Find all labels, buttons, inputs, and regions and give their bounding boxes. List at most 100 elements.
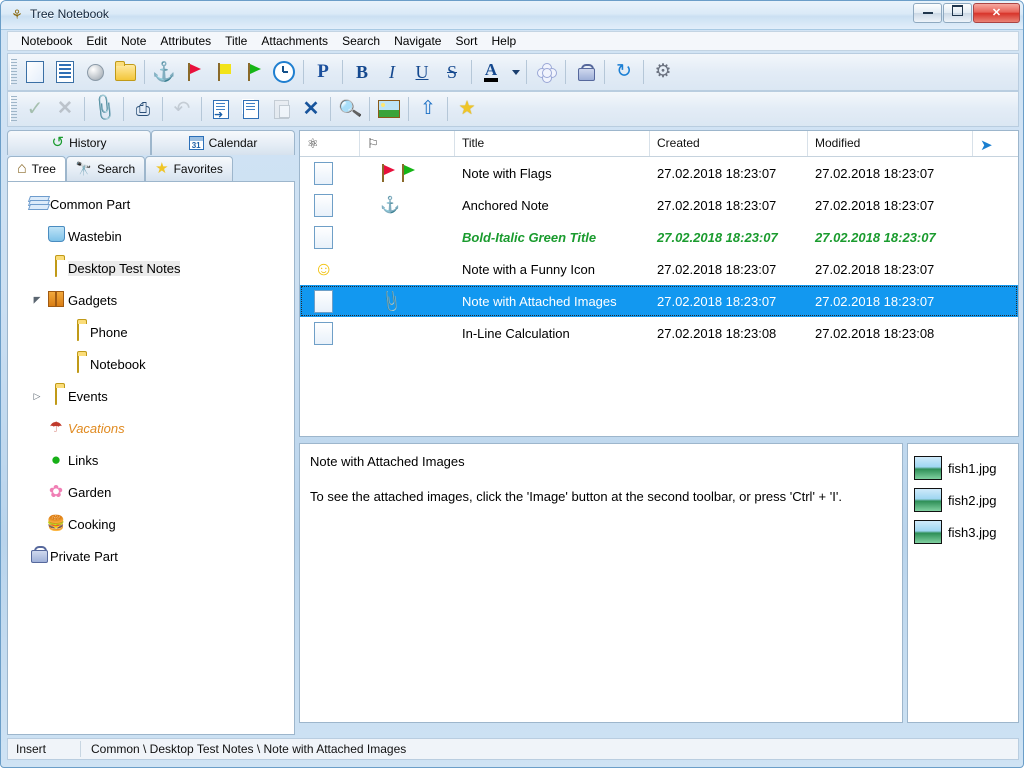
tab-tree[interactable]: ⌂Tree (7, 156, 66, 181)
tab-favorites[interactable]: ★Favorites (145, 156, 233, 181)
tab-calendar[interactable]: 31Calendar (151, 130, 295, 155)
note-row-flags[interactable]: ⚓ (360, 195, 455, 215)
tree-view[interactable]: Common Part Wastebin Desktop Test Notes◢Ga… (7, 181, 295, 735)
tab-history[interactable]: ↺History (7, 130, 151, 155)
find-button[interactable]: 🔍 (335, 95, 365, 123)
column-header-modified[interactable]: Modified (808, 131, 973, 156)
note-editor[interactable]: Note with Attached Images To see the att… (299, 443, 903, 723)
refresh-button[interactable]: ↻ (609, 58, 639, 86)
note-row-flags[interactable]: 📎 (360, 291, 455, 311)
tree-node-desktop-test-notes[interactable]: Desktop Test Notes (26, 252, 294, 284)
maximize-button[interactable] (943, 3, 972, 23)
tree-node-notebook[interactable]: Notebook (48, 348, 294, 380)
new-note-button[interactable] (20, 58, 50, 86)
anchor-button[interactable]: ⚓ (149, 58, 179, 86)
tree-node-links[interactable]: ●Links (26, 444, 294, 476)
move-note-button[interactable]: ➜ (206, 95, 236, 123)
font-color-button[interactable]: A (476, 58, 506, 86)
expand-arrow-icon[interactable]: ▷ (30, 391, 44, 402)
menu-item-note[interactable]: Note (114, 33, 153, 49)
attachment-item[interactable]: fish2.jpg (914, 484, 1018, 516)
attachments-panel[interactable]: fish1.jpgfish2.jpgfish3.jpg (907, 443, 1019, 723)
menu-item-help[interactable]: Help (484, 33, 523, 49)
note-row-flags[interactable] (360, 164, 455, 182)
menu-item-attributes[interactable]: Attributes (153, 33, 218, 49)
note-row-created: 27.02.2018 18:23:08 (650, 326, 808, 341)
menu-item-attachments[interactable]: Attachments (254, 33, 335, 49)
tree-node-private-part[interactable]: Private Part (8, 540, 294, 572)
confirm-button[interactable]: ✓ (20, 95, 50, 123)
menu-item-sort[interactable]: Sort (448, 33, 484, 49)
copy-note-button[interactable] (236, 95, 266, 123)
tree-node-common-part[interactable]: Common Part (8, 188, 294, 220)
toolbar-grip-2[interactable] (10, 96, 17, 122)
settings-button[interactable]: ⚙ (648, 58, 678, 86)
folder-button[interactable] (110, 58, 140, 86)
tab-search[interactable]: 🔭Search (66, 156, 145, 181)
lock-button[interactable] (570, 58, 600, 86)
attachment-item[interactable]: fish1.jpg (914, 452, 1018, 484)
underline-button[interactable]: U (407, 58, 437, 86)
bold-button[interactable]: B (347, 58, 377, 86)
column-header-attachment[interactable]: ➤ (973, 131, 1018, 156)
note-list[interactable]: ⚛ ⚐ Title Created Modified ➤ Note with F… (299, 130, 1019, 437)
close-button[interactable]: ✕ (973, 3, 1020, 23)
attach-file-button[interactable]: 📎 (89, 95, 119, 123)
menu-item-navigate[interactable]: Navigate (387, 33, 448, 49)
move-up-button[interactable]: ⇧ (413, 95, 443, 123)
column-header-title[interactable]: Title (455, 131, 650, 156)
tree-node-events[interactable]: ▷Events (26, 380, 294, 412)
style-flower-button[interactable] (531, 58, 561, 86)
paragraph-button[interactable]: P (308, 58, 338, 86)
note-row-icon[interactable] (300, 322, 360, 345)
clock-button[interactable] (269, 58, 299, 86)
note-row-icon[interactable] (300, 162, 360, 185)
undo-button[interactable]: ↶ (167, 95, 197, 123)
menu-item-edit[interactable]: Edit (79, 33, 114, 49)
tree-node-vacations[interactable]: ☂Vacations (26, 412, 294, 444)
note-row-icon[interactable] (300, 290, 360, 313)
red-flag-button[interactable] (179, 58, 209, 86)
cancel-button[interactable]: ✕ (50, 95, 80, 123)
note-row-icon[interactable] (300, 226, 360, 249)
note-row[interactable]: Note with Flags27.02.2018 18:23:0727.02.… (300, 157, 1018, 189)
image-button[interactable] (374, 95, 404, 123)
stack-icon (26, 196, 50, 212)
tree-node-label: Wastebin (68, 229, 122, 244)
note-row-icon[interactable]: ☺ (300, 260, 360, 279)
collapse-arrow-icon[interactable]: ◢ (30, 295, 44, 306)
note-row[interactable]: Bold-Italic Green Title27.02.2018 18:23:… (300, 221, 1018, 253)
paste-note-button[interactable] (266, 95, 296, 123)
column-header-created[interactable]: Created (650, 131, 808, 156)
tree-node-wastebin[interactable]: Wastebin (26, 220, 294, 252)
favorites-button[interactable]: ★ (452, 95, 482, 123)
yellow-flag-button[interactable] (209, 58, 239, 86)
note-row[interactable]: 📎Note with Attached Images27.02.2018 18:… (300, 285, 1018, 317)
font-color-dropdown[interactable] (506, 58, 522, 86)
tree-node-phone[interactable]: Phone (48, 316, 294, 348)
note-row[interactable]: ☺Note with a Funny Icon27.02.2018 18:23:… (300, 253, 1018, 285)
column-header-flag[interactable]: ⚐ (360, 131, 455, 156)
tree-node-gadgets[interactable]: ◢Gadgets (26, 284, 294, 316)
application-window: ⚘ Tree Notebook ✕ NotebookEditNoteAttrib… (0, 0, 1024, 768)
strikethrough-button[interactable]: S (437, 58, 467, 86)
minimize-button[interactable] (913, 3, 942, 23)
menu-item-search[interactable]: Search (335, 33, 387, 49)
tree-node-garden[interactable]: ✿Garden (26, 476, 294, 508)
toolbar-grip[interactable] (10, 59, 17, 85)
print-button[interactable]: ⎙ (128, 95, 158, 123)
new-note-lines-button[interactable] (50, 58, 80, 86)
delete-note-button[interactable]: ✕ (296, 95, 326, 123)
menu-item-title[interactable]: Title (218, 33, 254, 49)
green-flag-button[interactable] (239, 58, 269, 86)
note-row[interactable]: ⚓Anchored Note27.02.2018 18:23:0727.02.2… (300, 189, 1018, 221)
attachment-item[interactable]: fish3.jpg (914, 516, 1018, 548)
column-header-icon[interactable]: ⚛ (300, 131, 360, 156)
tree-node-cooking[interactable]: 🍔Cooking (26, 508, 294, 540)
menu-item-notebook[interactable]: Notebook (14, 33, 79, 49)
node-ball-button[interactable] (80, 58, 110, 86)
italic-button[interactable]: I (377, 58, 407, 86)
note-row-icon[interactable] (300, 194, 360, 217)
note-row[interactable]: In-Line Calculation27.02.2018 18:23:0827… (300, 317, 1018, 349)
blue-cross-icon: ✕ (303, 100, 320, 118)
